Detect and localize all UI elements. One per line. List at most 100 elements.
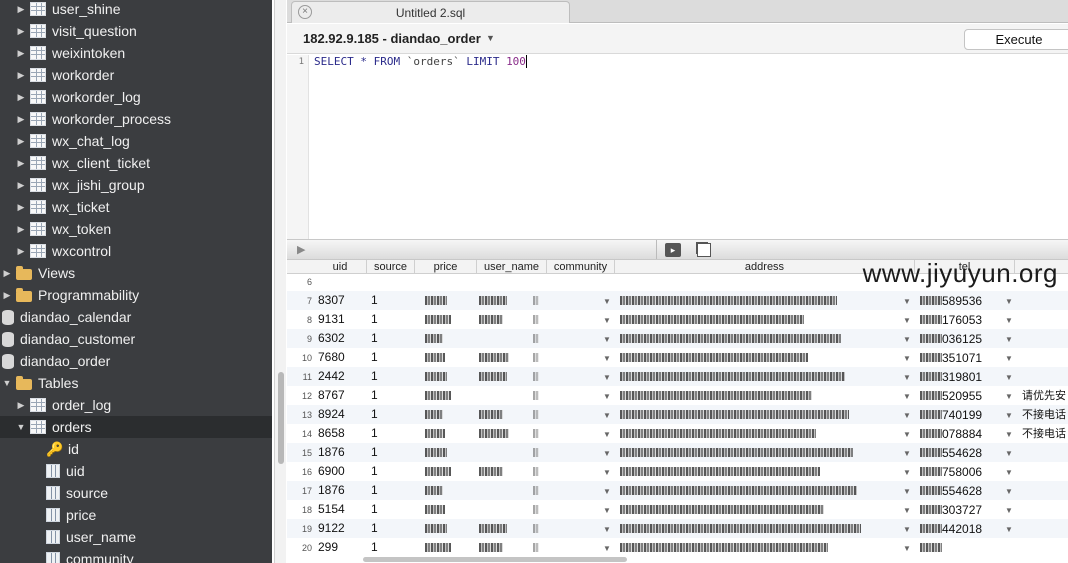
cell-source[interactable]: 1 [371, 426, 378, 441]
chevron-right-icon[interactable]: ▶ [16, 4, 26, 15]
chevron-down-icon[interactable]: ▼ [603, 411, 611, 420]
sidebar-item-workorder[interactable]: ▶ workorder [0, 64, 272, 86]
sidebar-item-Programmability[interactable]: ▶ Programmability [0, 284, 272, 306]
cell-uid[interactable]: 6302 [318, 331, 345, 346]
sidebar-item-community[interactable]: community [0, 548, 272, 563]
sidebar-item-wx-chat-log[interactable]: ▶ wx_chat_log [0, 130, 272, 152]
chevron-right-icon[interactable]: ▶ [16, 224, 26, 235]
cell-source[interactable]: 1 [371, 407, 378, 422]
chevron-right-icon[interactable]: ▶ [16, 92, 26, 103]
cell-tel[interactable]: 442018 [920, 521, 982, 536]
sidebar-item-source[interactable]: source [0, 482, 272, 504]
cell-uid[interactable]: 8767 [318, 388, 345, 403]
cell-uid[interactable]: 9122 [318, 521, 345, 536]
cell-uid[interactable]: 1876 [318, 445, 345, 460]
chevron-right-icon[interactable]: ▶ [16, 202, 26, 213]
cell-note[interactable]: 不接电话 [1022, 407, 1066, 422]
cell-user-name[interactable] [479, 407, 503, 422]
cell-community[interactable] [533, 483, 539, 498]
cell-address[interactable] [620, 540, 828, 555]
sidebar-item-diandao-calendar[interactable]: diandao_calendar [0, 306, 272, 328]
cell-note[interactable]: 请优先安 [1022, 388, 1066, 403]
cell-address[interactable] [620, 445, 853, 460]
sidebar-item-Views[interactable]: ▶ Views [0, 262, 272, 284]
chevron-down-icon[interactable]: ▼ [603, 297, 611, 306]
table-row[interactable]: 11 2442 1 ▼ ▼ 319801 ▼ [287, 367, 1068, 386]
chevron-down-icon[interactable]: ▼ [1005, 373, 1013, 382]
chevron-down-icon[interactable]: ▼ [903, 335, 911, 344]
chevron-down-icon[interactable]: ▼ [603, 449, 611, 458]
cell-address[interactable] [620, 388, 812, 403]
cell-address[interactable] [620, 312, 804, 327]
chevron-down-icon[interactable]: ▼ [1005, 297, 1013, 306]
cell-tel[interactable]: 740199 [920, 407, 982, 422]
chevron-down-icon[interactable]: ▼ [603, 373, 611, 382]
cell-price[interactable] [425, 426, 445, 441]
sidebar-item-wx-client-ticket[interactable]: ▶ wx_client_ticket [0, 152, 272, 174]
chevron-down-icon[interactable]: ▼ [486, 33, 495, 43]
sidebar-item-weixintoken[interactable]: ▶ weixintoken [0, 42, 272, 64]
cell-user-name[interactable] [479, 312, 503, 327]
cell-price[interactable] [425, 483, 443, 498]
sidebar-item-wx-ticket[interactable]: ▶ wx_ticket [0, 196, 272, 218]
cell-price[interactable] [425, 293, 447, 308]
chevron-right-icon[interactable]: ▶ [16, 180, 26, 191]
cell-community[interactable] [533, 521, 539, 536]
cell-tel[interactable]: 554628 [920, 483, 982, 498]
chevron-down-icon[interactable]: ▼ [603, 430, 611, 439]
cell-community[interactable] [533, 502, 539, 517]
cell-user-name[interactable] [479, 293, 507, 308]
cell-source[interactable]: 1 [371, 445, 378, 460]
cell-uid[interactable]: 299 [318, 540, 338, 555]
cell-tel[interactable]: 589536 [920, 293, 982, 308]
chevron-down-icon[interactable]: ▼ [903, 525, 911, 534]
sidebar-item-user-shine[interactable]: ▶ user_shine [0, 0, 272, 20]
execute-button[interactable]: Execute [964, 29, 1068, 50]
chevron-down-icon[interactable]: ▼ [903, 392, 911, 401]
chevron-down-icon[interactable]: ▼ [1005, 430, 1013, 439]
chevron-right-icon[interactable]: ▶ [2, 268, 12, 279]
cell-uid[interactable]: 5154 [318, 502, 345, 517]
sidebar-item-diandao-customer[interactable]: diandao_customer [0, 328, 272, 350]
table-row[interactable]: 13 8924 1 ▼ ▼ 740199 ▼ 不接电话 [287, 405, 1068, 424]
cell-uid[interactable]: 8924 [318, 407, 345, 422]
cell-address[interactable] [620, 369, 845, 384]
table-row[interactable]: 8 9131 1 ▼ ▼ 176053 ▼ [287, 310, 1068, 329]
sidebar-item-wx-jishi-group[interactable]: ▶ wx_jishi_group [0, 174, 272, 196]
table-row[interactable]: 16 6900 1 ▼ ▼ 758006 ▼ [287, 462, 1068, 481]
cell-address[interactable] [620, 502, 824, 517]
chevron-down-icon[interactable]: ▼ [1005, 525, 1013, 534]
cell-source[interactable]: 1 [371, 502, 378, 517]
chevron-down-icon[interactable]: ▼ [903, 316, 911, 325]
results-toolbar[interactable]: ▶ ▸ [287, 239, 1068, 260]
chevron-down-icon[interactable]: ▼ [603, 335, 611, 344]
chevron-right-icon[interactable]: ▶ [16, 48, 26, 59]
sidebar-item-Tables[interactable]: ▼ Tables [0, 372, 272, 394]
sql-query-text[interactable]: SELECT * FROM `orders` LIMIT 100 [314, 55, 527, 69]
cell-source[interactable]: 1 [371, 293, 378, 308]
sidebar-item-workorder-process[interactable]: ▶ workorder_process [0, 108, 272, 130]
cell-source[interactable]: 1 [371, 369, 378, 384]
sidebar-item-user-name[interactable]: user_name [0, 526, 272, 548]
horizontal-scrollbar[interactable] [363, 557, 627, 562]
sidebar-item-visit-question[interactable]: ▶ visit_question [0, 20, 272, 42]
chevron-down-icon[interactable]: ▼ [903, 449, 911, 458]
chevron-down-icon[interactable]: ▼ [1005, 392, 1013, 401]
cell-tel[interactable]: 351071 [920, 350, 982, 365]
chevron-down-icon[interactable]: ▼ [903, 373, 911, 382]
cell-address[interactable] [620, 426, 816, 441]
table-row[interactable]: 10 7680 1 ▼ ▼ 351071 ▼ [287, 348, 1068, 367]
cell-source[interactable]: 1 [371, 388, 378, 403]
chevron-right-icon[interactable]: ▶ [16, 246, 26, 257]
sidebar-item-id[interactable]: 🔑 id [0, 438, 272, 460]
sidebar-scrollbar[interactable] [274, 0, 286, 563]
chevron-down-icon[interactable]: ▼ [1005, 411, 1013, 420]
chevron-right-icon[interactable]: ▶ [16, 26, 26, 37]
table-row[interactable]: 20 299 1 ▼ ▼ [287, 538, 1068, 557]
table-row[interactable]: 14 8658 1 ▼ ▼ 078884 ▼ 不接电话 [287, 424, 1068, 443]
chevron-down-icon[interactable]: ▼ [903, 411, 911, 420]
cell-address[interactable] [620, 293, 837, 308]
play-icon[interactable]: ▶ [297, 243, 305, 256]
cell-uid[interactable]: 8307 [318, 293, 345, 308]
cell-user-name[interactable] [479, 540, 503, 555]
